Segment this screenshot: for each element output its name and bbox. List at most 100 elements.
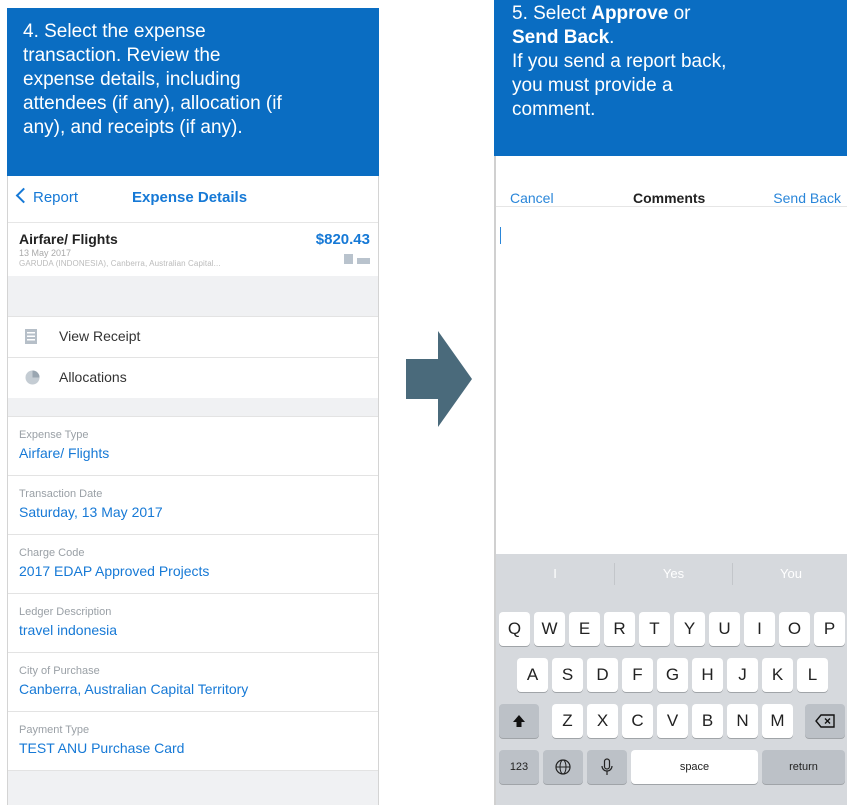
nav-bar: Cancel Comments Send Back bbox=[496, 156, 847, 207]
allocations-label: Allocations bbox=[59, 369, 127, 385]
microphone-key[interactable] bbox=[587, 750, 627, 784]
page-title: Expense Details bbox=[132, 189, 248, 206]
shift-key[interactable] bbox=[499, 704, 539, 738]
field-ledger-description[interactable]: Ledger Description travel indonesia bbox=[8, 593, 378, 652]
key[interactable]: Q bbox=[499, 612, 530, 646]
field-payment-type[interactable]: Payment Type TEST ANU Purchase Card bbox=[8, 711, 378, 770]
field-value: Airfare/ Flights bbox=[19, 445, 110, 461]
key[interactable]: C bbox=[622, 704, 653, 738]
globe-icon bbox=[555, 759, 571, 775]
step-5-line-3: If you send a report back, bbox=[512, 51, 727, 72]
key[interactable]: J bbox=[727, 658, 758, 692]
section-spacer bbox=[8, 398, 378, 416]
step-4-line: any), and receipts (if any). bbox=[23, 117, 243, 138]
expense-indicator-icons bbox=[340, 251, 370, 269]
key[interactable]: B bbox=[692, 704, 723, 738]
field-charge-code[interactable]: Charge Code 2017 EDAP Approved Projects bbox=[8, 534, 378, 593]
field-transaction-date[interactable]: Transaction Date Saturday, 13 May 2017 bbox=[8, 475, 378, 534]
globe-key[interactable] bbox=[543, 750, 583, 784]
back-button[interactable]: Report bbox=[15, 187, 79, 206]
key[interactable]: H bbox=[692, 658, 723, 692]
bottom-spacer bbox=[8, 770, 378, 805]
keyboard: I Yes You Q W E R T Y U I O P A S D F G … bbox=[496, 554, 847, 805]
expense-name: Airfare/ Flights bbox=[19, 231, 118, 247]
numbers-key[interactable]: 123 bbox=[499, 750, 539, 784]
expense-merchant: GARUDA (INDONESIA), Canberra, Australian… bbox=[19, 259, 221, 268]
card-indicator-icon bbox=[357, 258, 370, 264]
field-value: TEST ANU Purchase Card bbox=[19, 740, 185, 756]
key[interactable]: F bbox=[622, 658, 653, 692]
expense-amount: $820.43 bbox=[315, 231, 370, 248]
step-4-line: 4. Select the expense bbox=[23, 21, 206, 42]
text-cursor bbox=[500, 227, 501, 244]
key[interactable]: L bbox=[797, 658, 828, 692]
step-5-line-4: you must provide a bbox=[512, 75, 673, 96]
chevron-left-icon bbox=[15, 187, 32, 204]
shift-icon bbox=[513, 715, 525, 727]
receipt-indicator-icon bbox=[344, 254, 353, 264]
pie-chart-icon bbox=[25, 370, 40, 390]
key[interactable]: W bbox=[534, 612, 565, 646]
key[interactable]: E bbox=[569, 612, 600, 646]
back-label: Report bbox=[33, 189, 79, 206]
key[interactable]: U bbox=[709, 612, 740, 646]
backspace-icon bbox=[815, 714, 835, 728]
delete-key[interactable] bbox=[805, 704, 845, 738]
step-5-line-5: comment. bbox=[512, 99, 596, 120]
key[interactable]: T bbox=[639, 612, 670, 646]
key[interactable]: S bbox=[552, 658, 583, 692]
key[interactable]: G bbox=[657, 658, 688, 692]
step-5-line-2: Send Back. bbox=[512, 27, 615, 48]
step-5-line-1: 5. Select Approve or bbox=[512, 3, 691, 24]
expense-summary[interactable]: Airfare/ Flights $820.43 13 May 2017 GAR… bbox=[8, 223, 378, 275]
cancel-button[interactable]: Cancel bbox=[510, 190, 554, 206]
field-value: Canberra, Australian Capital Territory bbox=[19, 681, 249, 697]
field-label: Charge Code bbox=[19, 547, 85, 559]
return-key[interactable]: return bbox=[762, 750, 845, 784]
field-label: Payment Type bbox=[19, 724, 90, 736]
microphone-icon bbox=[601, 758, 613, 775]
section-spacer bbox=[8, 276, 378, 316]
field-value: Saturday, 13 May 2017 bbox=[19, 504, 163, 520]
expense-date: 13 May 2017 bbox=[19, 248, 72, 258]
key[interactable]: N bbox=[727, 704, 758, 738]
step-4-line: transaction. Review the bbox=[23, 45, 221, 66]
view-receipt-label: View Receipt bbox=[59, 328, 141, 344]
field-expense-type[interactable]: Expense Type Airfare/ Flights bbox=[8, 416, 378, 475]
field-label: Ledger Description bbox=[19, 606, 112, 618]
send-back-button[interactable]: Send Back bbox=[773, 190, 841, 206]
key[interactable]: Y bbox=[674, 612, 705, 646]
space-key[interactable]: space bbox=[631, 750, 758, 784]
step-4-line: attendees (if any), allocation (if bbox=[23, 93, 282, 114]
key[interactable]: K bbox=[762, 658, 793, 692]
field-label: City of Purchase bbox=[19, 665, 100, 677]
step-4-callout: 4. Select the expense transaction. Revie… bbox=[7, 8, 379, 176]
right-arrow-icon bbox=[406, 331, 472, 432]
key[interactable]: M bbox=[762, 704, 793, 738]
view-receipt-row[interactable]: View Receipt bbox=[8, 316, 378, 357]
field-label: Transaction Date bbox=[19, 488, 103, 500]
expense-details-screen: Report Expense Details Airfare/ Flights … bbox=[7, 176, 379, 805]
key[interactable]: R bbox=[604, 612, 635, 646]
key[interactable]: I bbox=[744, 612, 775, 646]
key[interactable]: A bbox=[517, 658, 548, 692]
comment-textarea[interactable] bbox=[496, 207, 847, 553]
page-title: Comments bbox=[633, 190, 706, 206]
comments-screen: Cancel Comments Send Back I Yes You Q W … bbox=[494, 156, 847, 805]
suggestion[interactable]: You bbox=[733, 554, 847, 594]
key[interactable]: O bbox=[779, 612, 810, 646]
key[interactable]: P bbox=[814, 612, 845, 646]
key[interactable]: V bbox=[657, 704, 688, 738]
field-city-of-purchase[interactable]: City of Purchase Canberra, Australian Ca… bbox=[8, 652, 378, 711]
key[interactable]: Z bbox=[552, 704, 583, 738]
receipt-icon bbox=[25, 329, 37, 349]
suggestion[interactable]: Yes bbox=[615, 554, 732, 594]
step-5-callout: 5. Select Approve or Send Back. If you s… bbox=[494, 0, 847, 156]
allocations-row[interactable]: Allocations bbox=[8, 357, 378, 398]
key[interactable]: X bbox=[587, 704, 618, 738]
nav-bar: Report Expense Details bbox=[8, 176, 378, 223]
suggestion[interactable]: I bbox=[496, 554, 614, 594]
field-value: travel indonesia bbox=[19, 622, 118, 638]
step-4-line: expense details, including bbox=[23, 69, 241, 90]
key[interactable]: D bbox=[587, 658, 618, 692]
